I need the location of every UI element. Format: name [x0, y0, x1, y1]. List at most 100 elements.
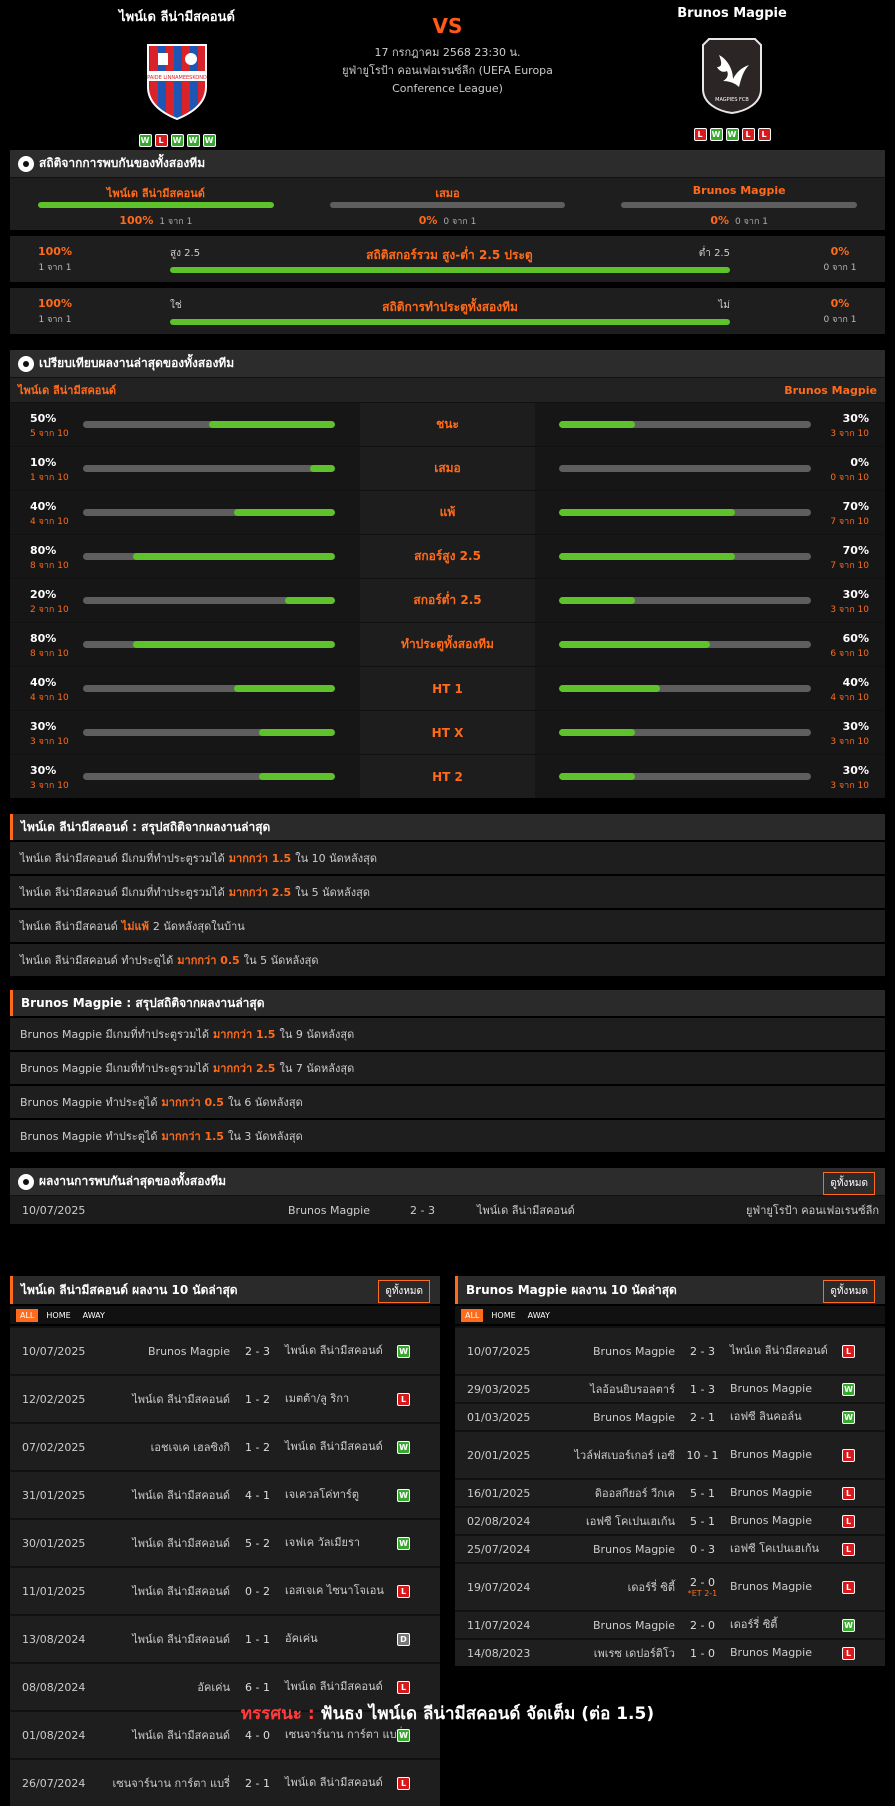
row-score: 4 - 0: [230, 1729, 285, 1742]
compare-team-labels: ไพน์เด ลีน่ามีสคอนด์ Brunos Magpie: [10, 378, 885, 402]
tab-all[interactable]: ALL: [461, 1308, 484, 1322]
result-row: 01/03/2025 Brunos Magpie 2 - 1 เอฟซี ลินคอล…: [455, 1402, 885, 1430]
stat-labels: ใช่ สถิติการทำประตูทั้งสองทีม ไม่: [170, 298, 730, 317]
away-bar: [559, 685, 811, 692]
tab-home[interactable]: HOME: [42, 1309, 74, 1322]
result-badge: L: [842, 1514, 855, 1528]
compare-home-side: 20% 2 จาก 10: [10, 579, 360, 622]
h2h-stats-title: สถิติจากการพบกันของทั้งสองทีม: [39, 156, 206, 170]
row-score: 2 - 1: [675, 1411, 730, 1424]
result-row: 12/02/2025 ไพน์เด ลีน่ามีสคอนด์ 1 - 2 เมตต้…: [10, 1374, 440, 1422]
away-pct: 0%: [850, 456, 869, 469]
home-summary-header: ไพน์เด ลีน่ามีสคอนด์ : สรุปสถิติจากผลงาน…: [10, 814, 885, 840]
result-row: 20/01/2025 ไวล์ฟสเบอร์เกอร์ เอซี 10 - 1 Bru…: [455, 1430, 885, 1478]
row-date: 07/02/2025: [22, 1440, 86, 1454]
row-home: Brunos Magpie: [593, 1410, 675, 1424]
compare-home-side: 40% 4 จาก 10: [10, 491, 360, 534]
compare-row: 40% 4 จาก 10 HT 1 40% 4 จาก 10: [10, 666, 885, 710]
form-badge: L: [154, 134, 168, 147]
summary-team: Brunos Magpie มีเกมที่ทำประตูรวมได้: [20, 1028, 210, 1041]
result-badge: L: [842, 1486, 855, 1500]
summary-row: ไพน์เด ลีน่ามีสคอนด์ มีเกมที่ทำประตูรวมไ…: [10, 842, 885, 874]
result-row: 30/01/2025 ไพน์เด ลีน่ามีสคอนด์ 5 - 2 เจฟเค…: [10, 1518, 440, 1566]
h2h-col: ไพน์เด ลีน่ามีสคอนด์ 100% 1 จาก 1: [10, 184, 302, 227]
away-bar: [559, 509, 811, 516]
away-bar: [559, 465, 811, 472]
away-view-all-button[interactable]: ดูทั้งหมด: [823, 1280, 875, 1303]
row-date: 20/01/2025: [467, 1448, 531, 1462]
summary-highlight: มากกว่า 2.5: [228, 886, 292, 899]
compare-away-side: 70% 7 จาก 10: [535, 491, 885, 534]
compare-away-side: 30% 3 จาก 10: [535, 755, 885, 798]
form-badge: W: [138, 134, 152, 147]
away-sub: 7 จาก 10: [830, 561, 869, 571]
away-last10-list: 10/07/2025 Brunos Magpie 2 - 3 ไพน์เด ลีน่า…: [455, 1326, 885, 1666]
summary-row: Brunos Magpie ทำประตูได้ มากกว่า 0.5 ใน 6 …: [10, 1086, 885, 1118]
row-away: Brunos Magpie: [730, 1580, 812, 1593]
stat-middle: ใช่ สถิติการทำประตูทั้งสองทีม ไม่: [170, 298, 730, 331]
row-date: 25/07/2024: [467, 1542, 531, 1556]
result-row: 29/03/2025 ไลอ้อนยิบรอลตาร์ 1 - 3 Brunos Ma…: [455, 1374, 885, 1402]
h2h-col: เสมอ 0% 0 จาก 1: [302, 184, 594, 227]
verdict: ทรรศนะ : ฟันธง ไพน์เด ลีน่ามีสคอนด์ จัดเ…: [0, 1700, 895, 1727]
home-bar-fill: [209, 421, 335, 428]
row-extra-time: *ET 2-1: [687, 1589, 718, 1598]
form-badge: W: [202, 134, 216, 147]
stat-left: 100% 1 จาก 1: [20, 245, 90, 274]
stat-right: 0% 0 จาก 1: [805, 297, 875, 326]
home-last10-list: 10/07/2025 Brunos Magpie 2 - 3 ไพน์เด ลีน่า…: [10, 1326, 440, 1806]
h2h-col-pct: 0%: [710, 214, 730, 227]
compare-home-label: ไพน์เด ลีน่ามีสคอนด์: [18, 384, 117, 397]
tab-away[interactable]: AWAY: [524, 1309, 554, 1322]
summary-row: Brunos Magpie มีเกมที่ทำประตูรวมได้ มากกว…: [10, 1052, 885, 1084]
row-score-text: 1 - 3: [690, 1382, 715, 1396]
result-row: 07/02/2025 เอชเจเค เฮลซิงกิ 1 - 2 ไพน์เด ลี…: [10, 1422, 440, 1470]
result-badge: L: [842, 1580, 855, 1594]
row-score: 5 - 1: [675, 1515, 730, 1528]
home-form: WLWWW: [77, 134, 277, 147]
home-bar: [83, 465, 335, 472]
home-sub: 1 จาก 10: [30, 473, 69, 483]
compare-title: เปรียบเทียบผลงานล่าสุดของทั้งสองทีม: [39, 356, 235, 370]
summary-row: ไพน์เด ลีน่ามีสคอนด์ ไม่แพ้ 2 นัดหลังสุดใน…: [10, 910, 885, 942]
tab-home[interactable]: HOME: [487, 1309, 519, 1322]
result-badge: W: [397, 1344, 410, 1358]
away-sub: 3 จาก 10: [830, 605, 869, 615]
row-away: Brunos Magpie: [730, 1514, 812, 1527]
home-sub: 3 จาก 10: [30, 737, 69, 747]
row-away: เอฟซี โคเปนเฮเก้น: [730, 1542, 820, 1555]
tab-all[interactable]: ALL: [16, 1308, 39, 1322]
away-bar-fill: [559, 421, 635, 428]
row-date: 02/08/2024: [467, 1514, 531, 1528]
row-score-text: 4 - 1: [245, 1488, 270, 1502]
summary-tail: ใน 7 นัดหลังสุด: [279, 1062, 355, 1075]
result-badge: L: [842, 1542, 855, 1556]
stat-right-pct: 0%: [830, 245, 850, 258]
view-all-button[interactable]: ดูทั้งหมด: [823, 1172, 875, 1195]
h2h-stats-header: สถิติจากการพบกันของทั้งสองทีม: [10, 150, 885, 178]
home-pct: 40%: [30, 676, 57, 689]
home-view-all-button[interactable]: ดูทั้งหมด: [378, 1280, 430, 1303]
away-pct: 40%: [842, 676, 869, 689]
match-info: VS 17 กรกฎาคม 2568 23:30 น. ยูฟ่ายูโรป้า…: [330, 14, 565, 98]
away-crest-icon: MAGPIES FCB: [702, 38, 762, 115]
away-pct: 30%: [842, 412, 869, 425]
home-sub: 4 จาก 10: [30, 517, 69, 527]
row-away: ไพน์เด ลีน่ามีสคอนด์: [285, 1776, 383, 1789]
compare-label: HT 1: [360, 667, 535, 710]
result-row: 13/08/2024 ไพน์เด ลีน่ามีสคอนด์ 1 - 1 อัคเค…: [10, 1614, 440, 1662]
row-score: 1 - 2: [230, 1393, 285, 1406]
row-date: 01/08/2024: [22, 1728, 86, 1742]
result-row: 31/01/2025 ไพน์เด ลีน่ามีสคอนด์ 4 - 1 เจเคว…: [10, 1470, 440, 1518]
summary-row: Brunos Magpie มีเกมที่ทำประตูรวมได้ มากกว…: [10, 1018, 885, 1050]
row-score-text: 10 - 1: [686, 1448, 719, 1462]
home-bar: [83, 773, 335, 780]
stat-left: 100% 1 จาก 1: [20, 297, 90, 326]
h2h-results-list: 10/07/2025 Brunos Magpie 2 - 3 ไพน์เด ลีน่า…: [0, 1196, 895, 1224]
result-badge: W: [397, 1728, 410, 1742]
away-bar-fill: [559, 641, 711, 648]
h2h-result-row: 10/07/2025 Brunos Magpie 2 - 3 ไพน์เด ลีน่า…: [10, 1196, 885, 1224]
form-badge: W: [709, 128, 723, 141]
tab-away[interactable]: AWAY: [79, 1309, 109, 1322]
away-bar-fill: [559, 685, 660, 692]
